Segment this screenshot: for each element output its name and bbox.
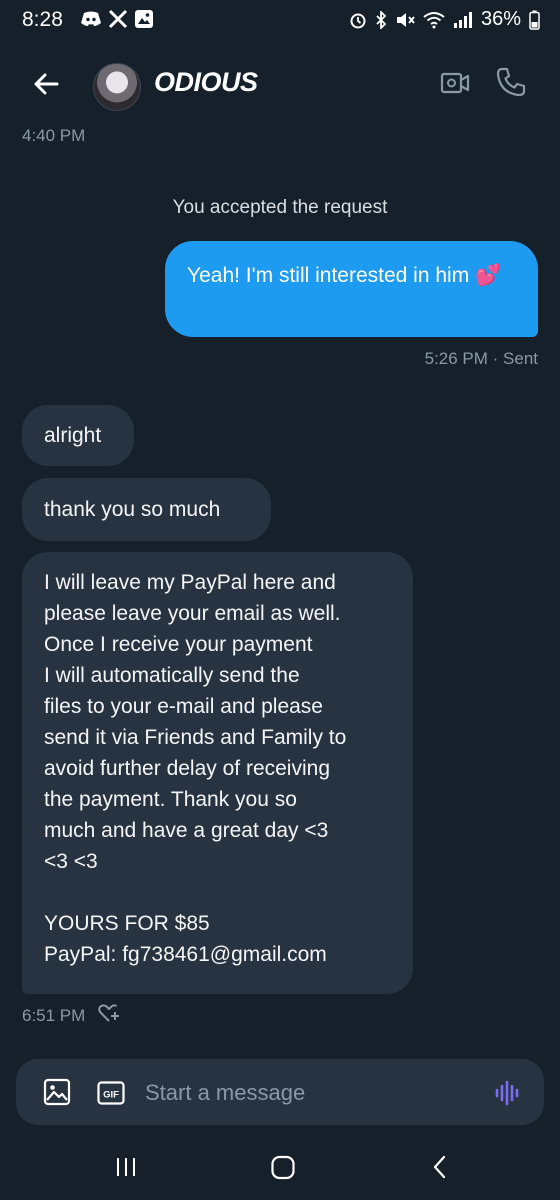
add-gif-button[interactable]: GIF	[97, 1081, 125, 1110]
image-icon	[43, 1078, 71, 1106]
incoming-message-text: thank you so much	[44, 498, 221, 521]
mute-icon	[396, 12, 415, 27]
nav-back-button[interactable]	[431, 1153, 449, 1186]
phone-call-button[interactable]	[495, 66, 527, 103]
gif-icon: GIF	[97, 1081, 125, 1105]
incoming-message-text: I will leave my PayPal here and please l…	[44, 571, 347, 966]
gallery-icon	[135, 10, 153, 28]
add-image-button[interactable]	[43, 1078, 71, 1111]
outgoing-message-meta: 5:26 PM · Sent	[424, 349, 538, 368]
incoming-message-bubble[interactable]: alright	[22, 405, 134, 466]
conversation-title[interactable]: ODIOUS	[154, 67, 258, 98]
add-reaction-button[interactable]	[97, 1002, 121, 1029]
status-bar: 8:28 36%	[0, 0, 560, 44]
phone-icon	[496, 67, 526, 97]
system-note: You accepted the request	[172, 197, 388, 218]
back-arrow-icon	[34, 73, 59, 95]
add-reaction-icon	[98, 1004, 120, 1022]
system-icons: 36%	[349, 8, 540, 31]
avatar[interactable]	[93, 63, 141, 111]
notification-icons	[80, 9, 154, 29]
conversation-header	[0, 44, 560, 130]
conversation-timestamp: 4:40 PM	[22, 126, 86, 145]
outgoing-message-bubble[interactable]: Yeah! I'm still interested in him 💕	[165, 241, 538, 337]
back-button[interactable]	[28, 66, 64, 102]
battery-icon	[529, 10, 540, 30]
video-call-icon	[440, 72, 470, 94]
incoming-message-text: alright	[44, 424, 102, 447]
message-input[interactable]	[145, 1076, 465, 1110]
gif-label: GIF	[103, 1090, 119, 1101]
recent-apps-button[interactable]	[114, 1156, 138, 1183]
incoming-message-time: 6:51 PM	[22, 1005, 86, 1025]
battery-percent: 36%	[480, 8, 521, 30]
voice-message-button[interactable]	[494, 1078, 522, 1113]
incoming-message-bubble[interactable]: I will leave my PayPal here and please l…	[22, 552, 413, 994]
recent-apps-icon	[117, 1158, 135, 1176]
incoming-message-meta: 6:51 PM	[22, 1002, 121, 1029]
bluetooth-icon	[376, 10, 387, 29]
alarm-icon	[350, 13, 366, 28]
incoming-message-bubble[interactable]: thank you so much	[22, 478, 271, 541]
status-time: 8:28	[22, 8, 63, 31]
nav-back-icon	[433, 1155, 446, 1179]
home-button[interactable]	[270, 1153, 296, 1186]
video-call-button[interactable]	[440, 68, 470, 103]
voice-wave-icon	[495, 1080, 519, 1106]
x-icon	[108, 9, 128, 29]
wifi-icon	[423, 11, 445, 28]
signal-icon	[453, 11, 472, 28]
outgoing-message-text: Yeah! I'm still interested in him 💕	[187, 264, 502, 287]
discord-icon	[81, 11, 101, 26]
home-icon	[271, 1155, 295, 1180]
